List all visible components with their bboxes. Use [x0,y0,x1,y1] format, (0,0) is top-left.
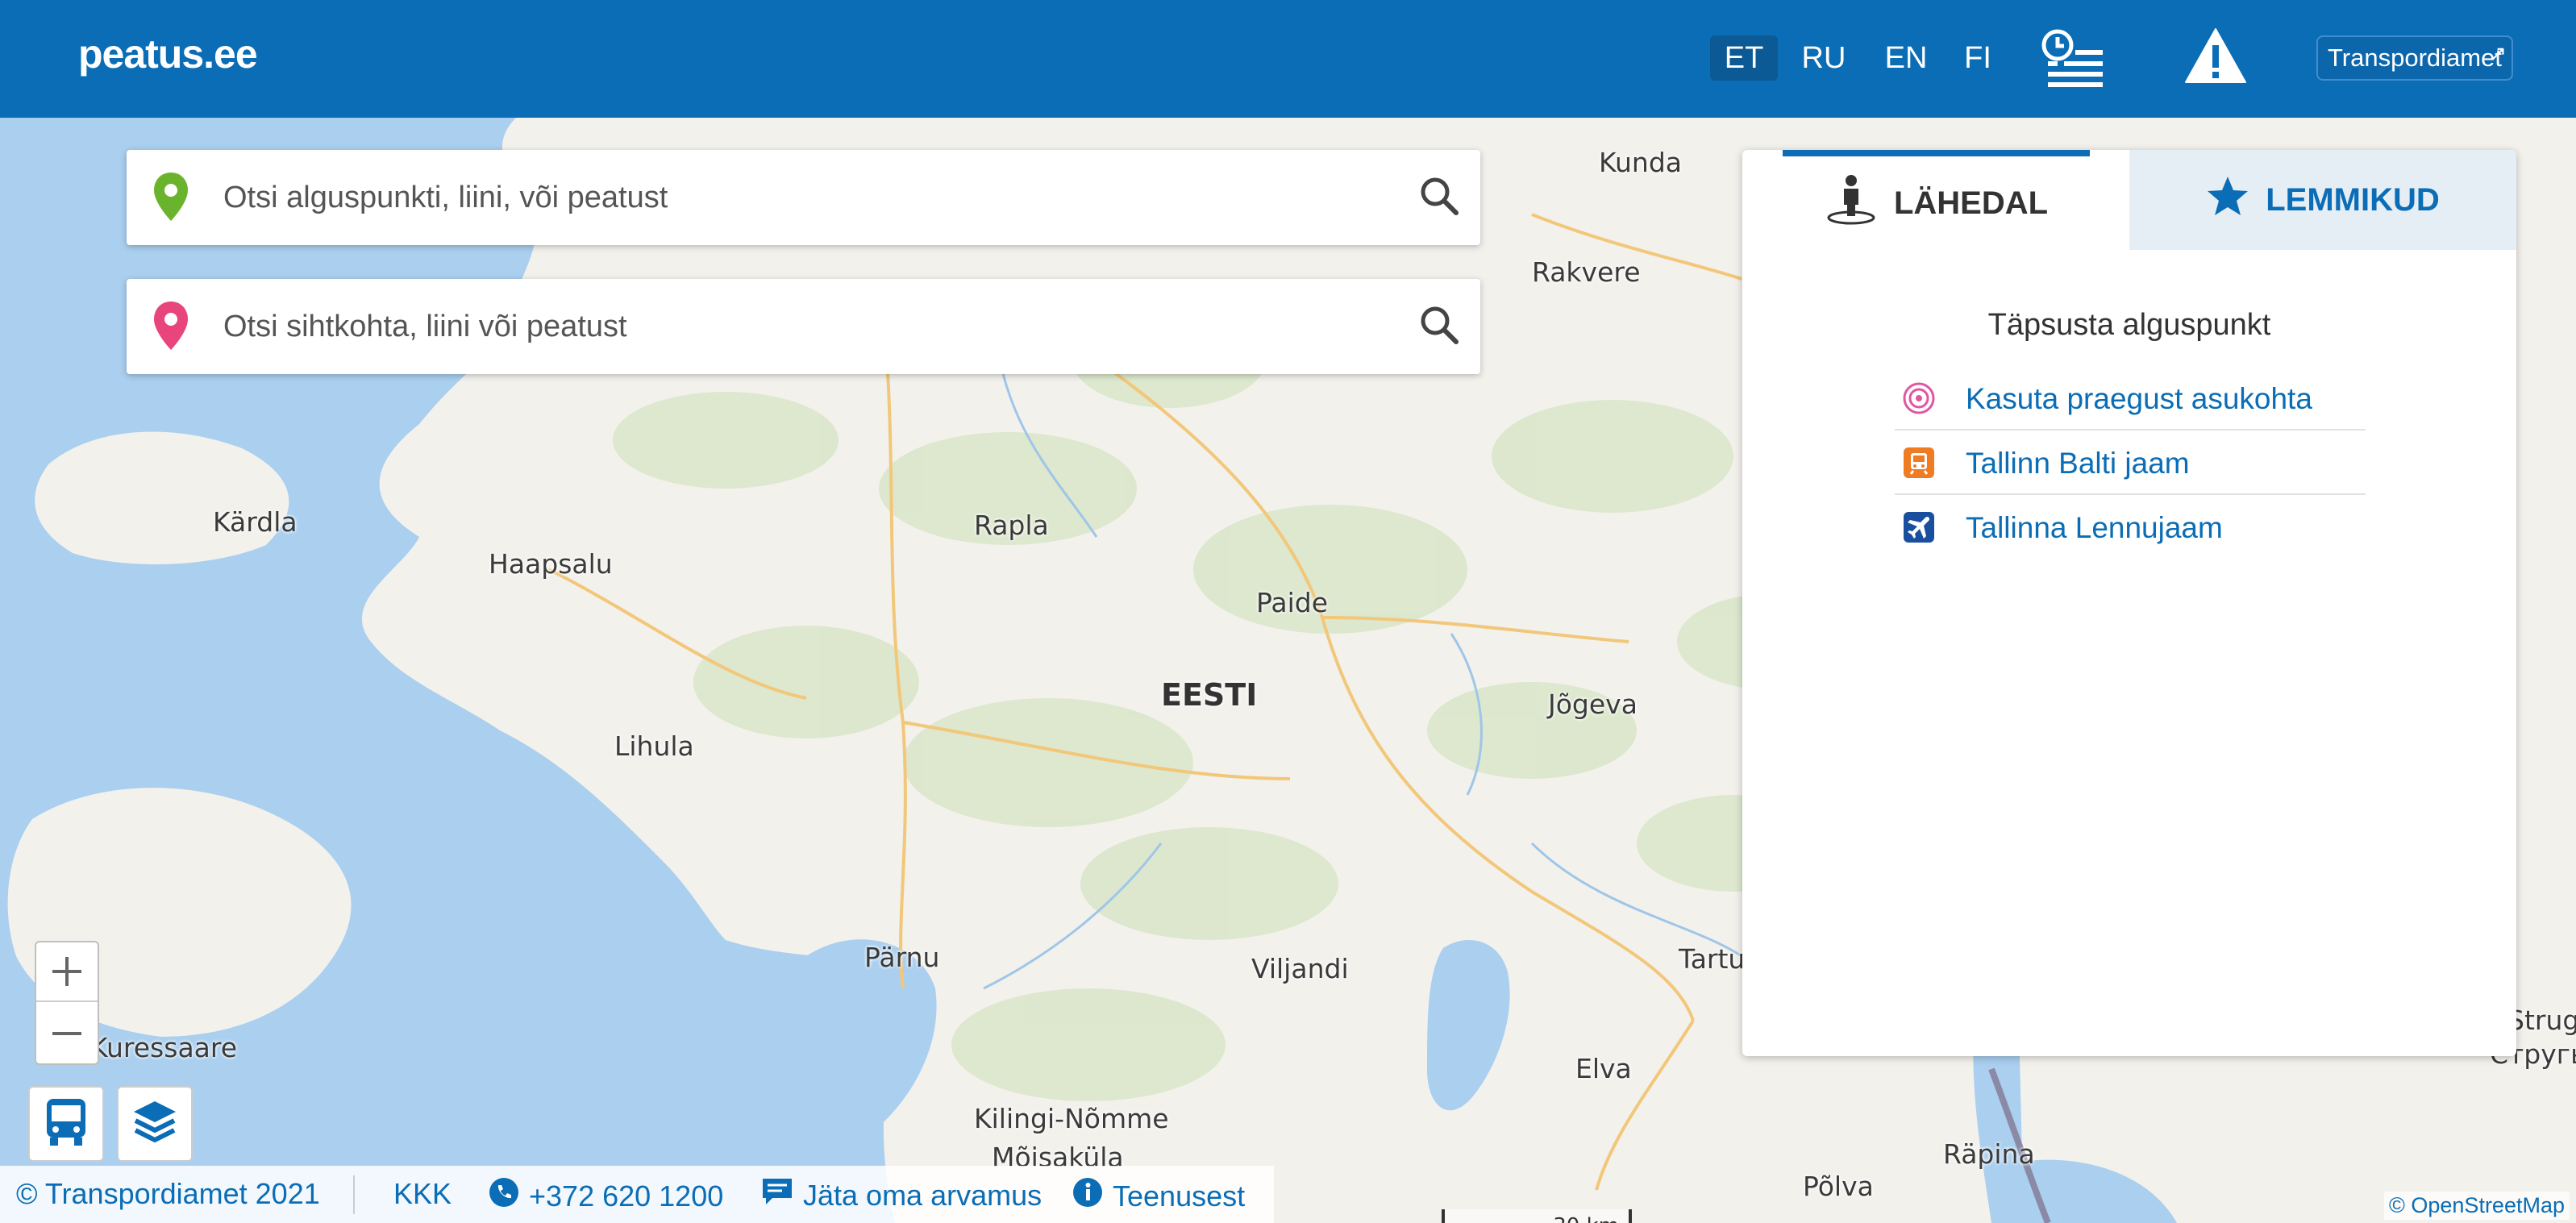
zoom-in-button[interactable] [36,942,98,1002]
place-label: Rapla [974,510,1049,541]
train-icon [1903,447,1935,479]
external-link-icon: ↗ [2489,41,2507,65]
airplane-icon [1903,511,1935,543]
transit-stops-button[interactable] [28,1086,104,1162]
chat-icon [761,1177,793,1213]
tab-nearby[interactable]: LÄHEDAL [1783,150,2090,250]
tab-favourites-label: LEMMIKUD [2266,181,2440,218]
transportamet-link[interactable]: Transpordiamet ↗ [2316,35,2513,81]
country-label: EESTI [1161,677,1258,713]
place-label: Kilingi-Nõmme [974,1103,1169,1134]
footer-bar: © Transpordiamet 2021 KKK +372 620 1200 … [0,1166,1274,1223]
place-label: Lihula [614,730,694,762]
place-label: Jõgeva [1548,688,1638,720]
footer-faq-link[interactable]: KKK [393,1177,452,1211]
warning-icon[interactable] [2184,27,2247,88]
origin-pin-icon [148,171,194,228]
place-label: Kärdla [213,506,298,538]
map-scale: 30 km [1442,1209,1632,1223]
list-item-label: Kasuta praegust asukohta [1966,382,2312,415]
place-label: Kuressaare [90,1032,238,1063]
footer-phone-link[interactable]: +372 620 1200 [489,1177,723,1215]
transportamet-label: Transpordiamet [2328,44,2502,72]
list-item-balti-jaam[interactable]: Tallinn Balti jaam [1895,432,2366,495]
header-bar: peatus.ee ET RU EN FI Transpordiamet ↗ [0,0,2576,118]
destination-search-input[interactable] [223,303,1384,350]
list-item-label: Tallinna Lennujaam [1966,511,2223,544]
origin-search-input[interactable] [223,174,1384,221]
layers-icon [131,1098,179,1150]
search-icon[interactable] [1416,302,1463,348]
place-label: Paide [1256,587,1329,618]
bus-icon [44,1097,89,1151]
destination-pin-icon [148,300,194,357]
place-label: Räpina [1943,1138,2035,1170]
place-label: Haapsalu [489,548,613,580]
search-icon[interactable] [1416,173,1463,219]
place-label: Rakvere [1532,256,1641,288]
place-label: Strugi [2507,1005,2576,1036]
place-label: Põlva [1803,1171,1874,1202]
feedback-label: Jäta oma arvamus [803,1178,1042,1212]
map-attribution[interactable]: © OpenStreetMap [2383,1192,2570,1220]
lang-fi[interactable]: FI [1954,35,2001,81]
footer-about-link[interactable]: Teenusest [1072,1177,1245,1215]
list-item-label: Tallinn Balti jaam [1966,447,2190,480]
panel-title: Täpsusta alguspunkt [1987,308,2271,342]
phone-icon [489,1177,519,1215]
list-item-current-location[interactable]: Kasuta praegust asukohta [1895,368,2366,431]
list-item-lennujaam[interactable]: Tallinna Lennujaam [1895,497,2366,560]
person-location-icon [1825,173,1878,234]
footer-divider [353,1175,355,1214]
tab-favourites[interactable]: LEMMIKUD [2129,150,2516,250]
zoom-control [35,941,99,1065]
origin-search-box [127,150,1480,245]
place-label: Viljandi [1251,953,1349,984]
zoom-out-button[interactable] [36,1004,98,1063]
lang-en[interactable]: EN [1872,35,1940,81]
star-icon [2206,175,2249,225]
lang-ru[interactable]: RU [1792,35,1856,81]
tab-nearby-label: LÄHEDAL [1893,185,2049,221]
about-label: Teenusest [1113,1179,1246,1213]
place-label: Kunda [1599,147,1682,178]
place-label: Tartu [1679,943,1746,975]
destination-search-box [127,279,1480,374]
current-location-icon [1903,382,1935,414]
lang-et[interactable]: ET [1710,35,1778,81]
scale-label: 30 km [1553,1214,1619,1223]
map-layers-button[interactable] [117,1086,193,1162]
place-label: Pärnu [864,942,940,973]
schedule-list-icon[interactable] [2040,27,2104,93]
info-icon [1072,1177,1103,1215]
place-label: Elva [1575,1053,1632,1084]
phone-label: +372 620 1200 [529,1179,724,1213]
nearby-panel: LÄHEDAL LEMMIKUD Täpsusta alguspunkt Kas… [1742,150,2516,1056]
logo[interactable]: peatus.ee [78,31,258,77]
footer-copyright[interactable]: © Transpordiamet 2021 [16,1177,320,1211]
footer-feedback-link[interactable]: Jäta oma arvamus [761,1177,1042,1213]
